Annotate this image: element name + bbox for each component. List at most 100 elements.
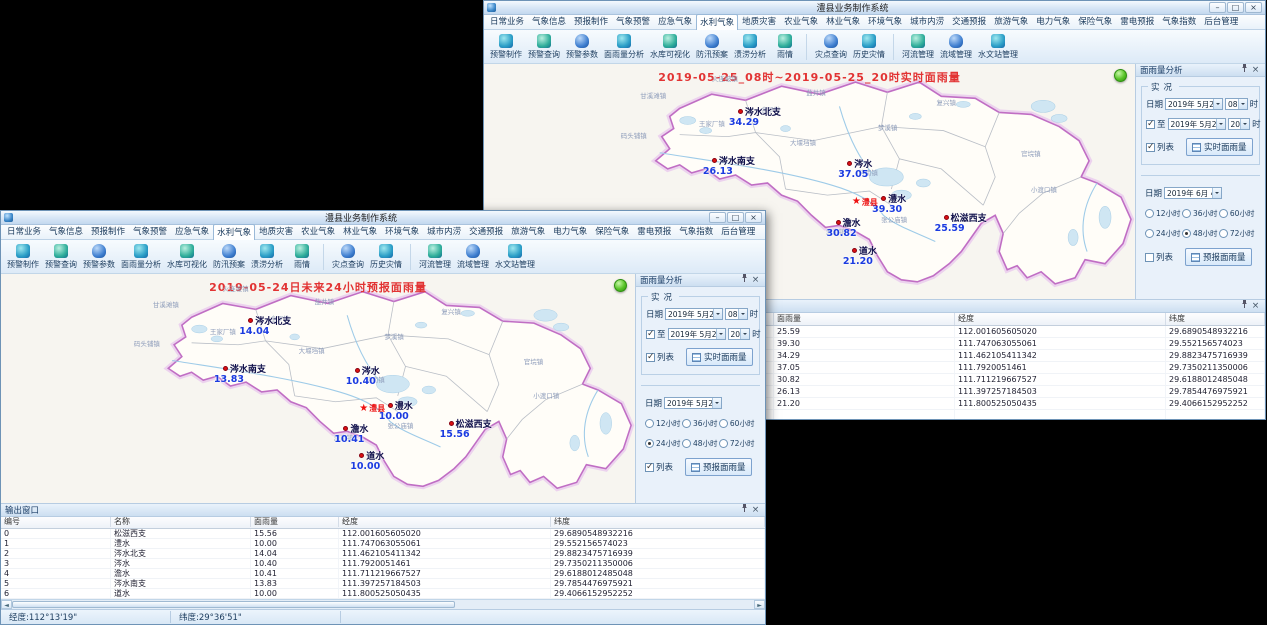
menu-tab[interactable]: 交通预报 [948,13,990,29]
menu-tab[interactable]: 水利气象 [213,224,255,240]
pin-icon[interactable] [1239,63,1250,77]
table-row[interactable]: 1 澧水 10.00 111.747063055061 29.552156574… [1,539,765,549]
duration-radio[interactable]: 72小时 [1219,228,1256,239]
menu-tab[interactable]: 气象信息 [45,223,87,239]
menu-tab[interactable]: 电力气象 [549,223,591,239]
menu-tab[interactable]: 交通预报 [465,223,507,239]
column-header[interactable]: 名称 [111,517,251,527]
toolbar-button[interactable]: 渍涝分析 [248,244,286,270]
duration-radio[interactable]: 36小时 [1182,208,1219,219]
menu-tab[interactable]: 农业气象 [297,223,339,239]
live-hour-from-select[interactable]: 08 [1225,98,1248,110]
menu-tab[interactable]: 预报制作 [570,13,612,29]
to-checkbox[interactable] [1146,120,1155,129]
toolbar-button[interactable]: 水文站管理 [975,34,1021,60]
toolbar-button[interactable]: 河流管理 [899,34,937,60]
duration-radio[interactable]: 12小时 [1145,208,1182,219]
menu-tab[interactable]: 地质灾害 [255,223,297,239]
toolbar-button[interactable]: 流域管理 [937,34,975,60]
toolbar-button[interactable]: 预警制作 [487,34,525,60]
duration-radio[interactable]: 36小时 [682,418,719,429]
forecast-date-select[interactable]: 2019年 5月24日 [664,397,722,409]
menu-tab[interactable]: 旅游气象 [507,223,549,239]
menu-tab[interactable]: 环境气象 [864,13,906,29]
toolbar-button[interactable]: 面雨量分析 [118,244,164,270]
menu-tab[interactable]: 后台管理 [717,223,759,239]
menu-tab[interactable]: 预报制作 [87,223,129,239]
menu-tab[interactable]: 林业气象 [339,223,381,239]
table-row[interactable]: 6 道水 10.00 111.800525050435 29.406615295… [1,589,765,599]
duration-radio[interactable]: 48小时 [682,438,719,449]
toolbar-button[interactable]: 预警查询 [525,34,563,60]
toolbar-button[interactable]: 历史灾情 [367,244,411,270]
live-hour-from-select[interactable]: 08 [725,308,748,320]
scroll-left-icon[interactable] [1,600,12,609]
table-row[interactable]: 4 澹水 10.41 111.711219667527 29.618801248… [1,569,765,579]
toolbar-button[interactable]: 预警查询 [42,244,80,270]
close-icon[interactable]: × [1250,65,1261,76]
forecast-date-select[interactable]: 2019年 6月 4日 [1164,187,1222,199]
list-checkbox[interactable] [646,353,655,362]
column-header[interactable]: 面雨量 [251,517,339,527]
duration-radio[interactable]: 48小时 [1182,228,1219,239]
live-date-to-select[interactable]: 2019年 5月25日 [1168,118,1226,130]
dropdown-arrow-icon[interactable] [712,398,721,408]
menu-tab[interactable]: 气象预警 [612,13,654,29]
menu-tab[interactable]: 地质灾害 [738,13,780,29]
live-date-from-select[interactable]: 2019年 5月25日 [665,308,723,320]
dropdown-arrow-icon[interactable] [1216,119,1225,129]
pin-icon[interactable] [739,273,750,287]
toolbar-button[interactable]: 河流管理 [416,244,454,270]
duration-radio[interactable]: 24小时 [1145,228,1182,239]
column-header[interactable]: 面雨量 [774,313,955,325]
table-row[interactable]: 5 涔水南支 13.83 111.397257184503 29.7854476… [1,579,765,589]
menu-tab[interactable]: 日常业务 [3,223,45,239]
menu-tab[interactable]: 气象预警 [129,223,171,239]
maximize-button[interactable]: □ [727,212,744,223]
menu-tab[interactable]: 城市内涝 [906,13,948,29]
menu-tab[interactable]: 农业气象 [780,13,822,29]
live-hour-to-select[interactable]: 20 [1228,118,1251,130]
column-header[interactable]: 经度 [339,517,551,527]
toolbar-button[interactable]: 防汛预案 [210,244,248,270]
map-green-button[interactable] [1114,69,1127,82]
list-checkbox[interactable] [1145,253,1154,262]
toolbar-button[interactable]: 渍涝分析 [731,34,769,60]
column-header[interactable]: 经度 [955,313,1166,325]
horizontal-scrollbar[interactable] [1,599,765,609]
to-checkbox[interactable] [646,330,655,339]
toolbar-button[interactable]: 历史灾情 [850,34,894,60]
minimize-button[interactable]: – [1209,2,1226,13]
menu-tab[interactable]: 应急气象 [654,13,696,29]
table-row[interactable]: 3 涔水 10.40 111.7920051461 29.73502113500… [1,559,765,569]
menu-tab[interactable]: 应急气象 [171,223,213,239]
menu-tab[interactable]: 林业气象 [822,13,864,29]
column-header[interactable]: 纬度 [551,517,765,527]
toolbar-button[interactable]: 预警参数 [563,34,601,60]
toolbar-button[interactable]: 雨情 [286,244,324,270]
live-hour-to-select[interactable]: 20 [728,328,751,340]
menu-tab[interactable]: 雷电预报 [1116,13,1158,29]
pin-icon[interactable] [1239,299,1250,313]
toolbar-button[interactable]: 防汛预案 [693,34,731,60]
live-date-from-select[interactable]: 2019年 5月25日 [1165,98,1223,110]
live-date-to-select[interactable]: 2019年 5月25日 [668,328,726,340]
duration-radio[interactable]: 72小时 [719,438,756,449]
forecast-rain-button[interactable]: 预报面雨量 [1185,248,1252,266]
menu-tab[interactable]: 气象指数 [675,223,717,239]
menu-tab[interactable]: 后台管理 [1200,13,1242,29]
close-button[interactable]: × [745,212,762,223]
dropdown-arrow-icon[interactable] [713,309,722,319]
table-row[interactable]: 2 涔水北支 14.04 111.462105411342 29.8823475… [1,549,765,559]
map-area[interactable]: 2019-05-24日未来24小时预报面雨量 甘溪滩镇火连坡镇码头铺镇王家厂镇金… [1,274,635,503]
close-icon[interactable]: × [750,505,761,516]
duration-radio[interactable]: 12小时 [645,418,682,429]
minimize-button[interactable]: – [709,212,726,223]
toolbar-button[interactable]: 预警制作 [4,244,42,270]
scroll-track[interactable] [455,600,754,609]
dropdown-arrow-icon[interactable] [1238,99,1247,109]
close-icon[interactable]: × [750,275,761,286]
map-green-button[interactable] [614,279,627,292]
menu-tab[interactable]: 水利气象 [696,14,738,30]
toolbar-button[interactable]: 灾点查询 [812,34,850,60]
